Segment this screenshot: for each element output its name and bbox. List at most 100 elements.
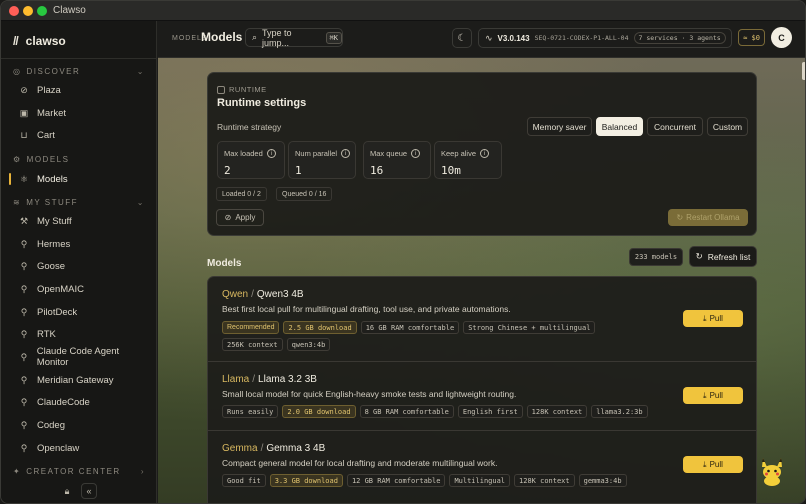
status-bar[interactable]: ∿ V3.0.143 SEQ-0721-CODEX-P1-ALL-04 7 se… [478,28,732,48]
pull-button[interactable]: ⤓ Pull [683,387,743,404]
sidebar-item-label: Openclaw [37,442,80,454]
brand-name: clawso [25,34,66,48]
pull-button[interactable]: ⤓ Pull [683,456,743,473]
field-label: Num parallel [295,149,338,158]
download-icon: ⤓ [703,313,707,323]
tag: 128K context [514,474,575,487]
sidebar-item-rtk[interactable]: ⚲ RTK [7,324,151,344]
field-label: Keep alive [441,149,477,158]
tag: 2.0 GB download [282,405,356,418]
strategy-custom[interactable]: Custom [707,117,748,136]
avatar[interactable]: C [771,27,792,48]
pin-icon: ⚲ [20,396,28,407]
keep-alive-field[interactable]: Keep alive i 10m [434,141,502,179]
close-window-button[interactable] [9,6,19,16]
section-discover[interactable]: ◎ DISCOVER ⌄ [13,67,145,76]
field-value: 10m [441,164,461,177]
lock-icon[interactable]: 🔒︎ [59,483,75,499]
sidebar-item-goose[interactable]: ⚲ Goose [7,256,151,276]
version-label: V3.0.143 [497,33,530,43]
title-bar: Clawso [1,1,805,21]
section-label: CREATOR CENTER [26,467,121,476]
sidebar-item-label: Meridian Gateway [37,374,114,386]
sidebar: // clawso ◎ DISCOVER ⌄ ⊘ Plaza ▣ Market … [1,21,157,503]
pull-label: Pull [709,314,723,323]
cart-icon: ⊔ [20,129,28,140]
tag: English first [457,405,523,418]
cost-badge[interactable]: ≈ $0 [738,29,765,46]
num-parallel-field[interactable]: Num parallel i 1 [288,141,356,179]
model-card-qwen: Qwen / Qwen3 4B Best first local pull for … [207,276,757,362]
wrench-icon: ⚒ [19,215,29,226]
search-icon: ⌕ [252,32,258,42]
chevron-right-icon: › [140,467,145,476]
mascot-icon[interactable] [758,456,786,486]
queued-chip: Queued 0 / 16 [276,187,333,201]
loaded-chip: Loaded 0 / 2 [216,187,267,201]
tag: 2.5 GB download [283,321,357,334]
pin-icon: ⚲ [20,260,28,271]
model-family: Llama [222,374,250,385]
sidebar-item-models[interactable]: ⚛ Models [7,169,151,189]
sidebar-item-market[interactable]: ▣ Market [7,103,151,123]
model-card-llama: Llama / Llama 3.2 3B Small local model for… [207,361,757,431]
model-family: Qwen [222,289,249,300]
sidebar-item-openclaw[interactable]: ⚲ Openclaw [7,438,151,458]
info-icon[interactable]: i [266,149,276,158]
sidebar-item-cart[interactable]: ⊔ Cart [7,125,151,145]
tag: 256K context [222,338,283,351]
check-circle-icon: ⊘ [224,213,232,222]
chevron-down-icon: ⌄ [136,67,145,76]
runtime-tag: RUNTIME [217,85,267,94]
strategy-balanced[interactable]: Balanced [596,117,643,136]
tag: llama3.2:3b [591,405,648,418]
sidebar-item-plaza[interactable]: ⊘ Plaza [7,80,151,100]
moon-icon: ☾ [457,32,467,44]
section-my-stuff[interactable]: ≋ MY STUFF ⌄ [13,198,145,207]
refresh-icon: ↻ [695,251,703,261]
activity-icon: ∿ [485,32,493,43]
sidebar-item-claude-code-agent-monitor[interactable]: ⚲ Claude Code Agent Monitor [7,346,151,368]
sidebar-item-pilotdeck[interactable]: ⚲ PilotDeck [7,302,151,322]
zoom-window-button[interactable] [37,6,47,16]
store-icon: ▣ [19,107,29,118]
minimize-window-button[interactable] [23,6,33,16]
model-name: Qwen / Qwen3 4B [222,289,304,300]
info-icon[interactable]: i [480,149,490,158]
strategy-memory-saver[interactable]: Memory saver [527,117,592,136]
max-loaded-field[interactable]: Max loaded i 2 [217,141,285,179]
info-icon[interactable]: i [411,149,421,158]
sidebar-item-codeg[interactable]: ⚲ Codeg [7,415,151,435]
info-icon[interactable]: i [341,149,351,158]
restart-ollama-button[interactable]: ↻ Restart Ollama [668,209,748,226]
brand[interactable]: // clawso [13,31,66,51]
model-title: Qwen3 4B [256,289,304,300]
max-queue-field[interactable]: Max queue i 16 [363,141,431,179]
refresh-list-button[interactable]: ↻ Refresh list [689,246,757,267]
sidebar-divider [1,58,157,59]
collapse-sidebar-button[interactable]: « [81,483,97,499]
model-title: Llama 3.2 3B [258,374,317,385]
sidebar-item-my-stuff[interactable]: ⚒ My Stuff [7,211,151,231]
theme-toggle-button[interactable]: ☾ [452,28,472,48]
sidebar-item-openmaic[interactable]: ⚲ OpenMAIC [7,279,151,299]
sidebar-item-hermes[interactable]: ⚲ Hermes [7,234,151,254]
sparkle-icon: ✦ [13,467,22,476]
pin-icon: ⚲ [20,442,28,453]
pull-button[interactable]: ⤓ Pull [683,310,743,327]
strategy-concurrent[interactable]: Concurrent [647,117,703,136]
section-models[interactable]: ⚙ MODELS [13,155,145,164]
sidebar-item-claudecode[interactable]: ⚲ ClaudeCode [7,392,151,412]
model-tags: Good fit 3.3 GB download 12 GB RAM comfo… [222,474,682,487]
pin-icon: ⚲ [20,351,28,362]
scrollbar[interactable] [802,62,805,80]
apply-button[interactable]: ⊘ Apply [216,209,264,226]
search-input[interactable]: ⌕ Type to jump... ⌘K [245,28,343,48]
section-creator-center[interactable]: ✦ CREATOR CENTER › [13,467,145,476]
sidebar-item-label: Market [37,107,67,119]
field-value: 2 [224,164,231,177]
tag: 16 GB RAM comfortable [360,321,460,334]
tag: gemma3:4b [578,474,627,487]
models-count-badge: 233 models [629,248,683,266]
sidebar-item-meridian-gateway[interactable]: ⚲ Meridian Gateway [7,370,151,390]
